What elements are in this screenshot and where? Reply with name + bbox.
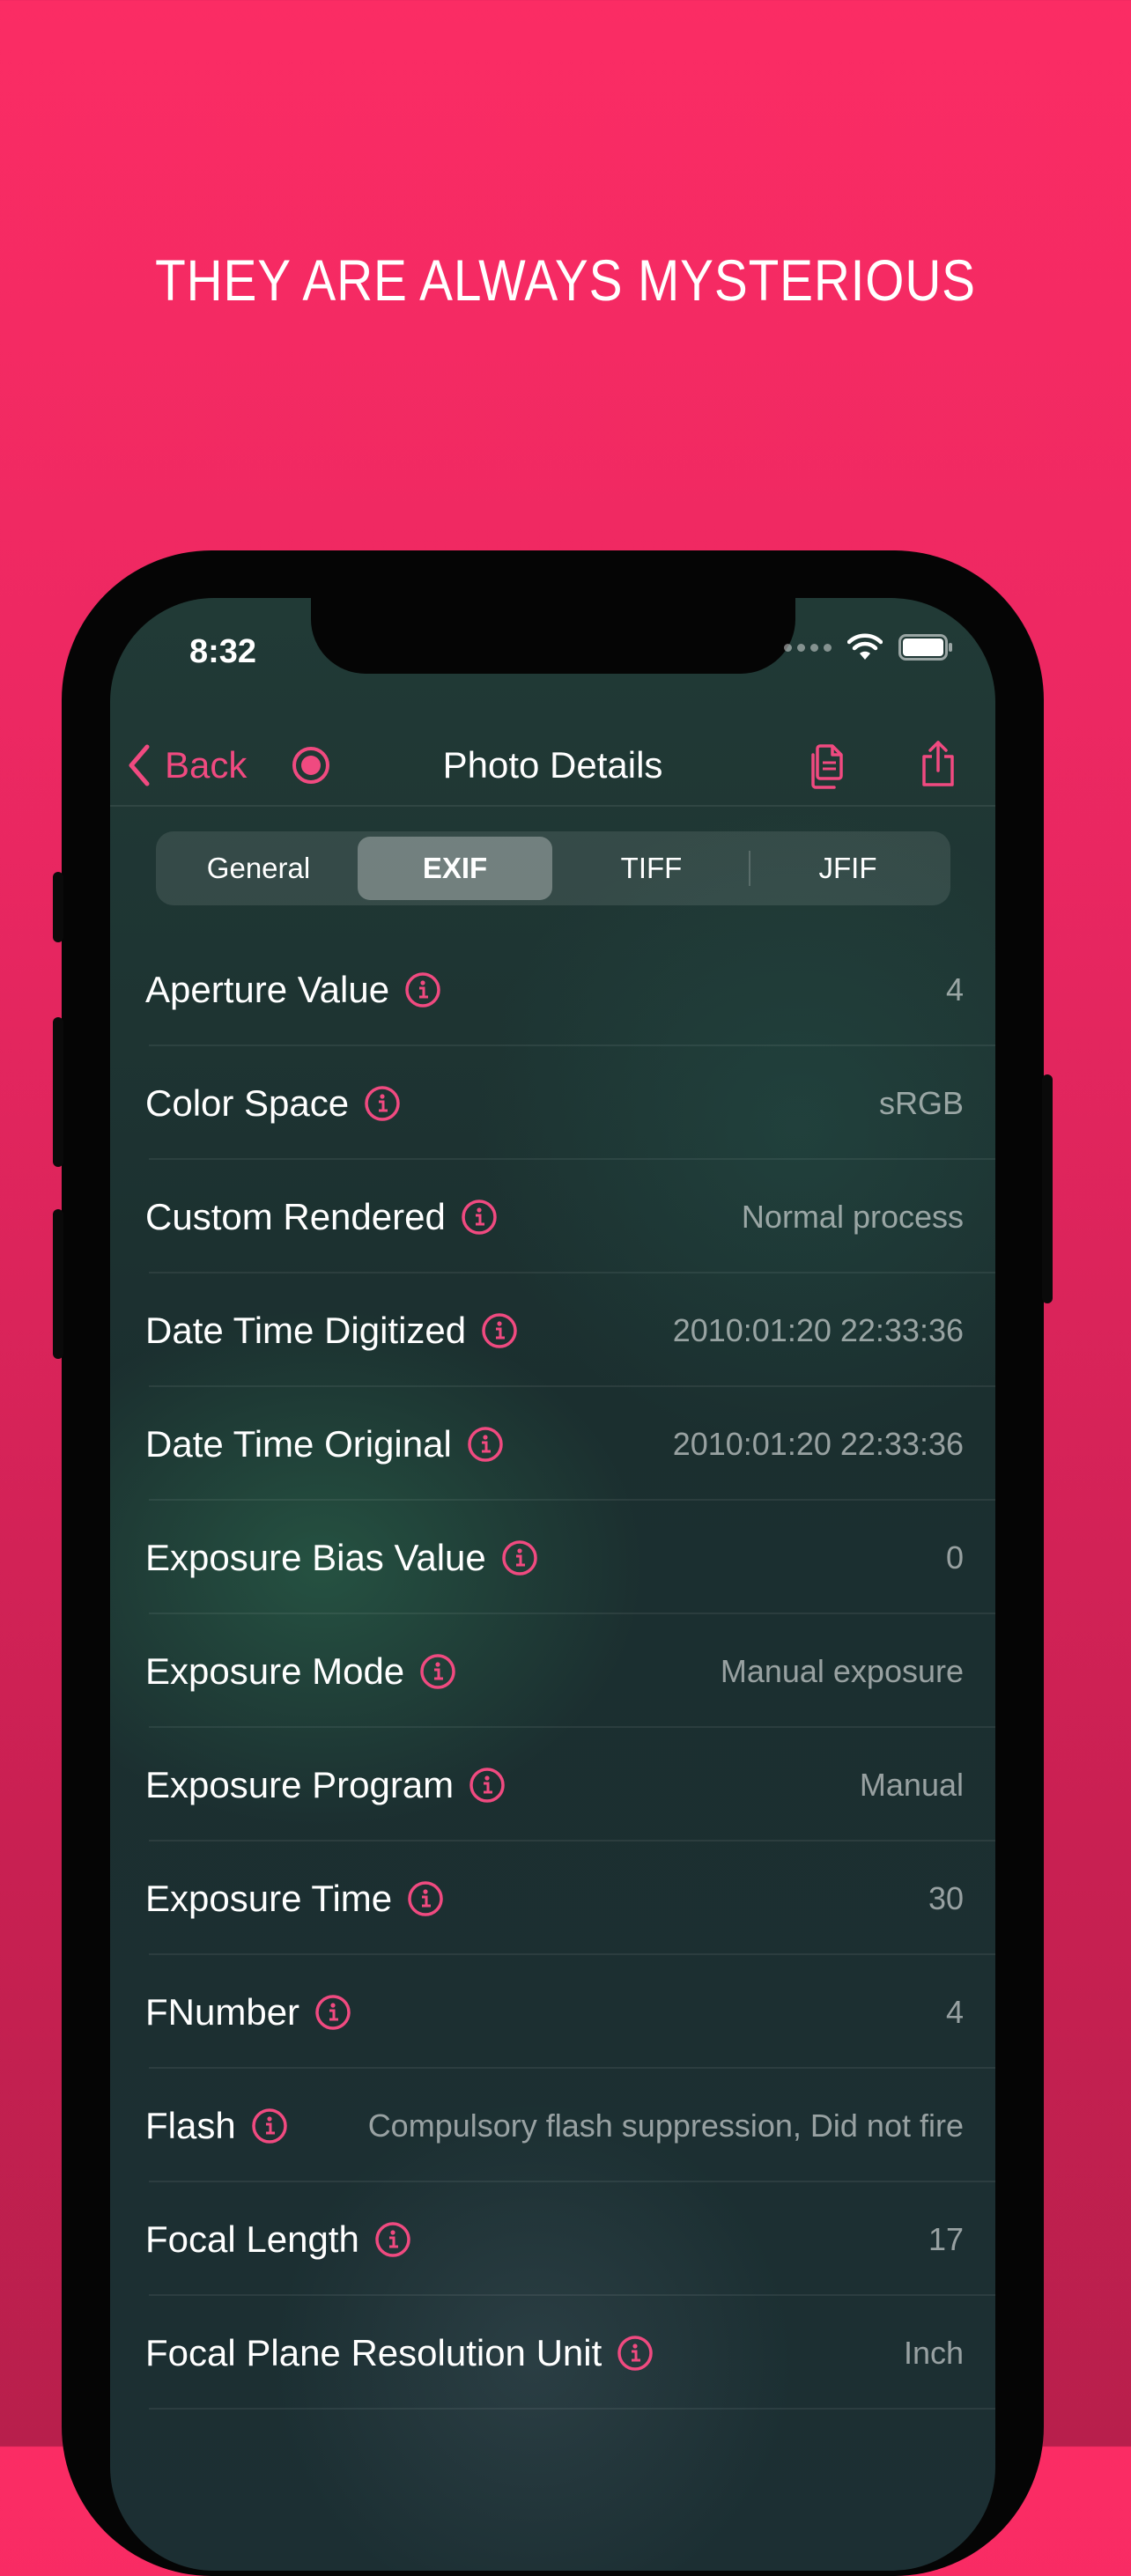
row-value: sRGB	[878, 1084, 964, 1121]
row-label: Exposure Bias Value	[145, 1536, 486, 1578]
wifi-icon	[847, 633, 883, 660]
info-icon[interactable]	[406, 1879, 445, 1918]
list-item[interactable]: Focal Plane Resolution Unit Inch	[110, 2296, 995, 2410]
info-icon[interactable]	[418, 1652, 457, 1691]
info-icon[interactable]	[250, 2107, 289, 2145]
tab-jfif[interactable]: JFIF	[750, 837, 945, 900]
info-icon[interactable]	[500, 1539, 539, 1577]
list-item[interactable]: Exposure Time 30	[110, 1842, 995, 1955]
info-icon[interactable]	[363, 1084, 402, 1123]
phone-side-button	[53, 872, 63, 942]
phone-screen: 8:32 Back Photo Details General EXIF TIF…	[110, 598, 995, 2571]
info-icon[interactable]	[373, 2220, 412, 2259]
navigation-bar: Back Photo Details	[110, 721, 995, 809]
row-label: Date Time Original	[145, 1422, 452, 1465]
list-item[interactable]: Exposure Mode Manual exposure	[110, 1614, 995, 1728]
phone-notch	[311, 598, 795, 674]
back-label: Back	[165, 744, 248, 786]
promo-headline: THEY ARE ALWAYS MYSTERIOUS	[155, 247, 976, 313]
status-time: 8:32	[189, 633, 257, 670]
row-label: Focal Plane Resolution Unit	[145, 2331, 602, 2373]
share-icon[interactable]	[917, 737, 959, 790]
exif-list: Aperture Value 4 Color Space sRGB Custom…	[110, 933, 995, 2410]
list-item[interactable]: Focal Length 17	[110, 2182, 995, 2296]
row-label: Focal Length	[145, 2218, 359, 2260]
row-label: Custom Rendered	[145, 1195, 446, 1237]
phone-frame: 8:32 Back Photo Details General EXIF TIF…	[53, 550, 1053, 2576]
list-item[interactable]: Exposure Program Manual	[110, 1728, 995, 1842]
info-icon[interactable]	[468, 1766, 506, 1805]
row-label: Aperture Value	[145, 968, 390, 1010]
info-icon[interactable]	[466, 1425, 505, 1464]
status-indicators	[784, 633, 953, 661]
nav-divider	[110, 805, 995, 807]
list-item[interactable]: Date Time Original 2010:01:20 22:33:36	[110, 1387, 995, 1501]
row-label: FNumber	[145, 1990, 300, 2033]
phone-volume-up-button	[53, 1017, 63, 1167]
row-label: Exposure Program	[145, 1763, 455, 1805]
row-value: Inch	[903, 2334, 964, 2371]
tab-segmented-control: General EXIF TIFF JFIF	[156, 831, 950, 905]
row-value: Manual exposure	[720, 1652, 964, 1689]
row-label: Flash	[145, 2104, 236, 2146]
phone-volume-down-button	[53, 1209, 63, 1359]
phone-power-button	[1042, 1074, 1053, 1303]
row-value: 17	[928, 2220, 964, 2257]
row-value: Compulsory flash suppression, Did not fi…	[367, 2107, 964, 2144]
record-icon[interactable]	[291, 745, 331, 786]
list-item[interactable]: Date Time Digitized 2010:01:20 22:33:36	[110, 1273, 995, 1387]
row-value: 2010:01:20 22:33:36	[672, 1311, 964, 1348]
tab-exif[interactable]: EXIF	[358, 837, 552, 900]
list-item[interactable]: Aperture Value 4	[110, 933, 995, 1046]
cellular-signal-icon	[784, 643, 832, 652]
list-item[interactable]: Custom Rendered Normal process	[110, 1160, 995, 1273]
row-label: Exposure Time	[145, 1877, 393, 1919]
tab-tiff[interactable]: TIFF	[554, 837, 749, 900]
info-icon[interactable]	[314, 1993, 352, 2032]
row-value: 2010:01:20 22:33:36	[672, 1425, 964, 1462]
row-label: Date Time Digitized	[145, 1309, 467, 1351]
list-item[interactable]: FNumber 4	[110, 1955, 995, 2069]
row-value: 30	[928, 1879, 964, 1916]
row-label: Color Space	[145, 1081, 350, 1124]
copy-icon[interactable]	[806, 739, 852, 792]
row-value: 4	[945, 1993, 964, 2030]
row-value: 0	[945, 1539, 964, 1576]
back-button[interactable]: Back	[126, 721, 247, 809]
list-item[interactable]: Exposure Bias Value 0	[110, 1501, 995, 1614]
list-item[interactable]: Flash Compulsory flash suppression, Did …	[110, 2069, 995, 2182]
info-icon[interactable]	[403, 971, 442, 1009]
tab-general[interactable]: General	[161, 837, 356, 900]
row-value: Normal process	[741, 1198, 964, 1235]
info-icon[interactable]	[480, 1311, 519, 1350]
info-icon[interactable]	[616, 2334, 654, 2373]
chevron-left-icon	[129, 744, 150, 786]
battery-icon	[898, 634, 952, 661]
row-value: Manual	[859, 1766, 964, 1803]
row-label: Exposure Mode	[145, 1650, 405, 1692]
row-value: 4	[945, 971, 964, 1008]
list-item[interactable]: Color Space sRGB	[110, 1046, 995, 1160]
info-icon[interactable]	[460, 1198, 499, 1236]
